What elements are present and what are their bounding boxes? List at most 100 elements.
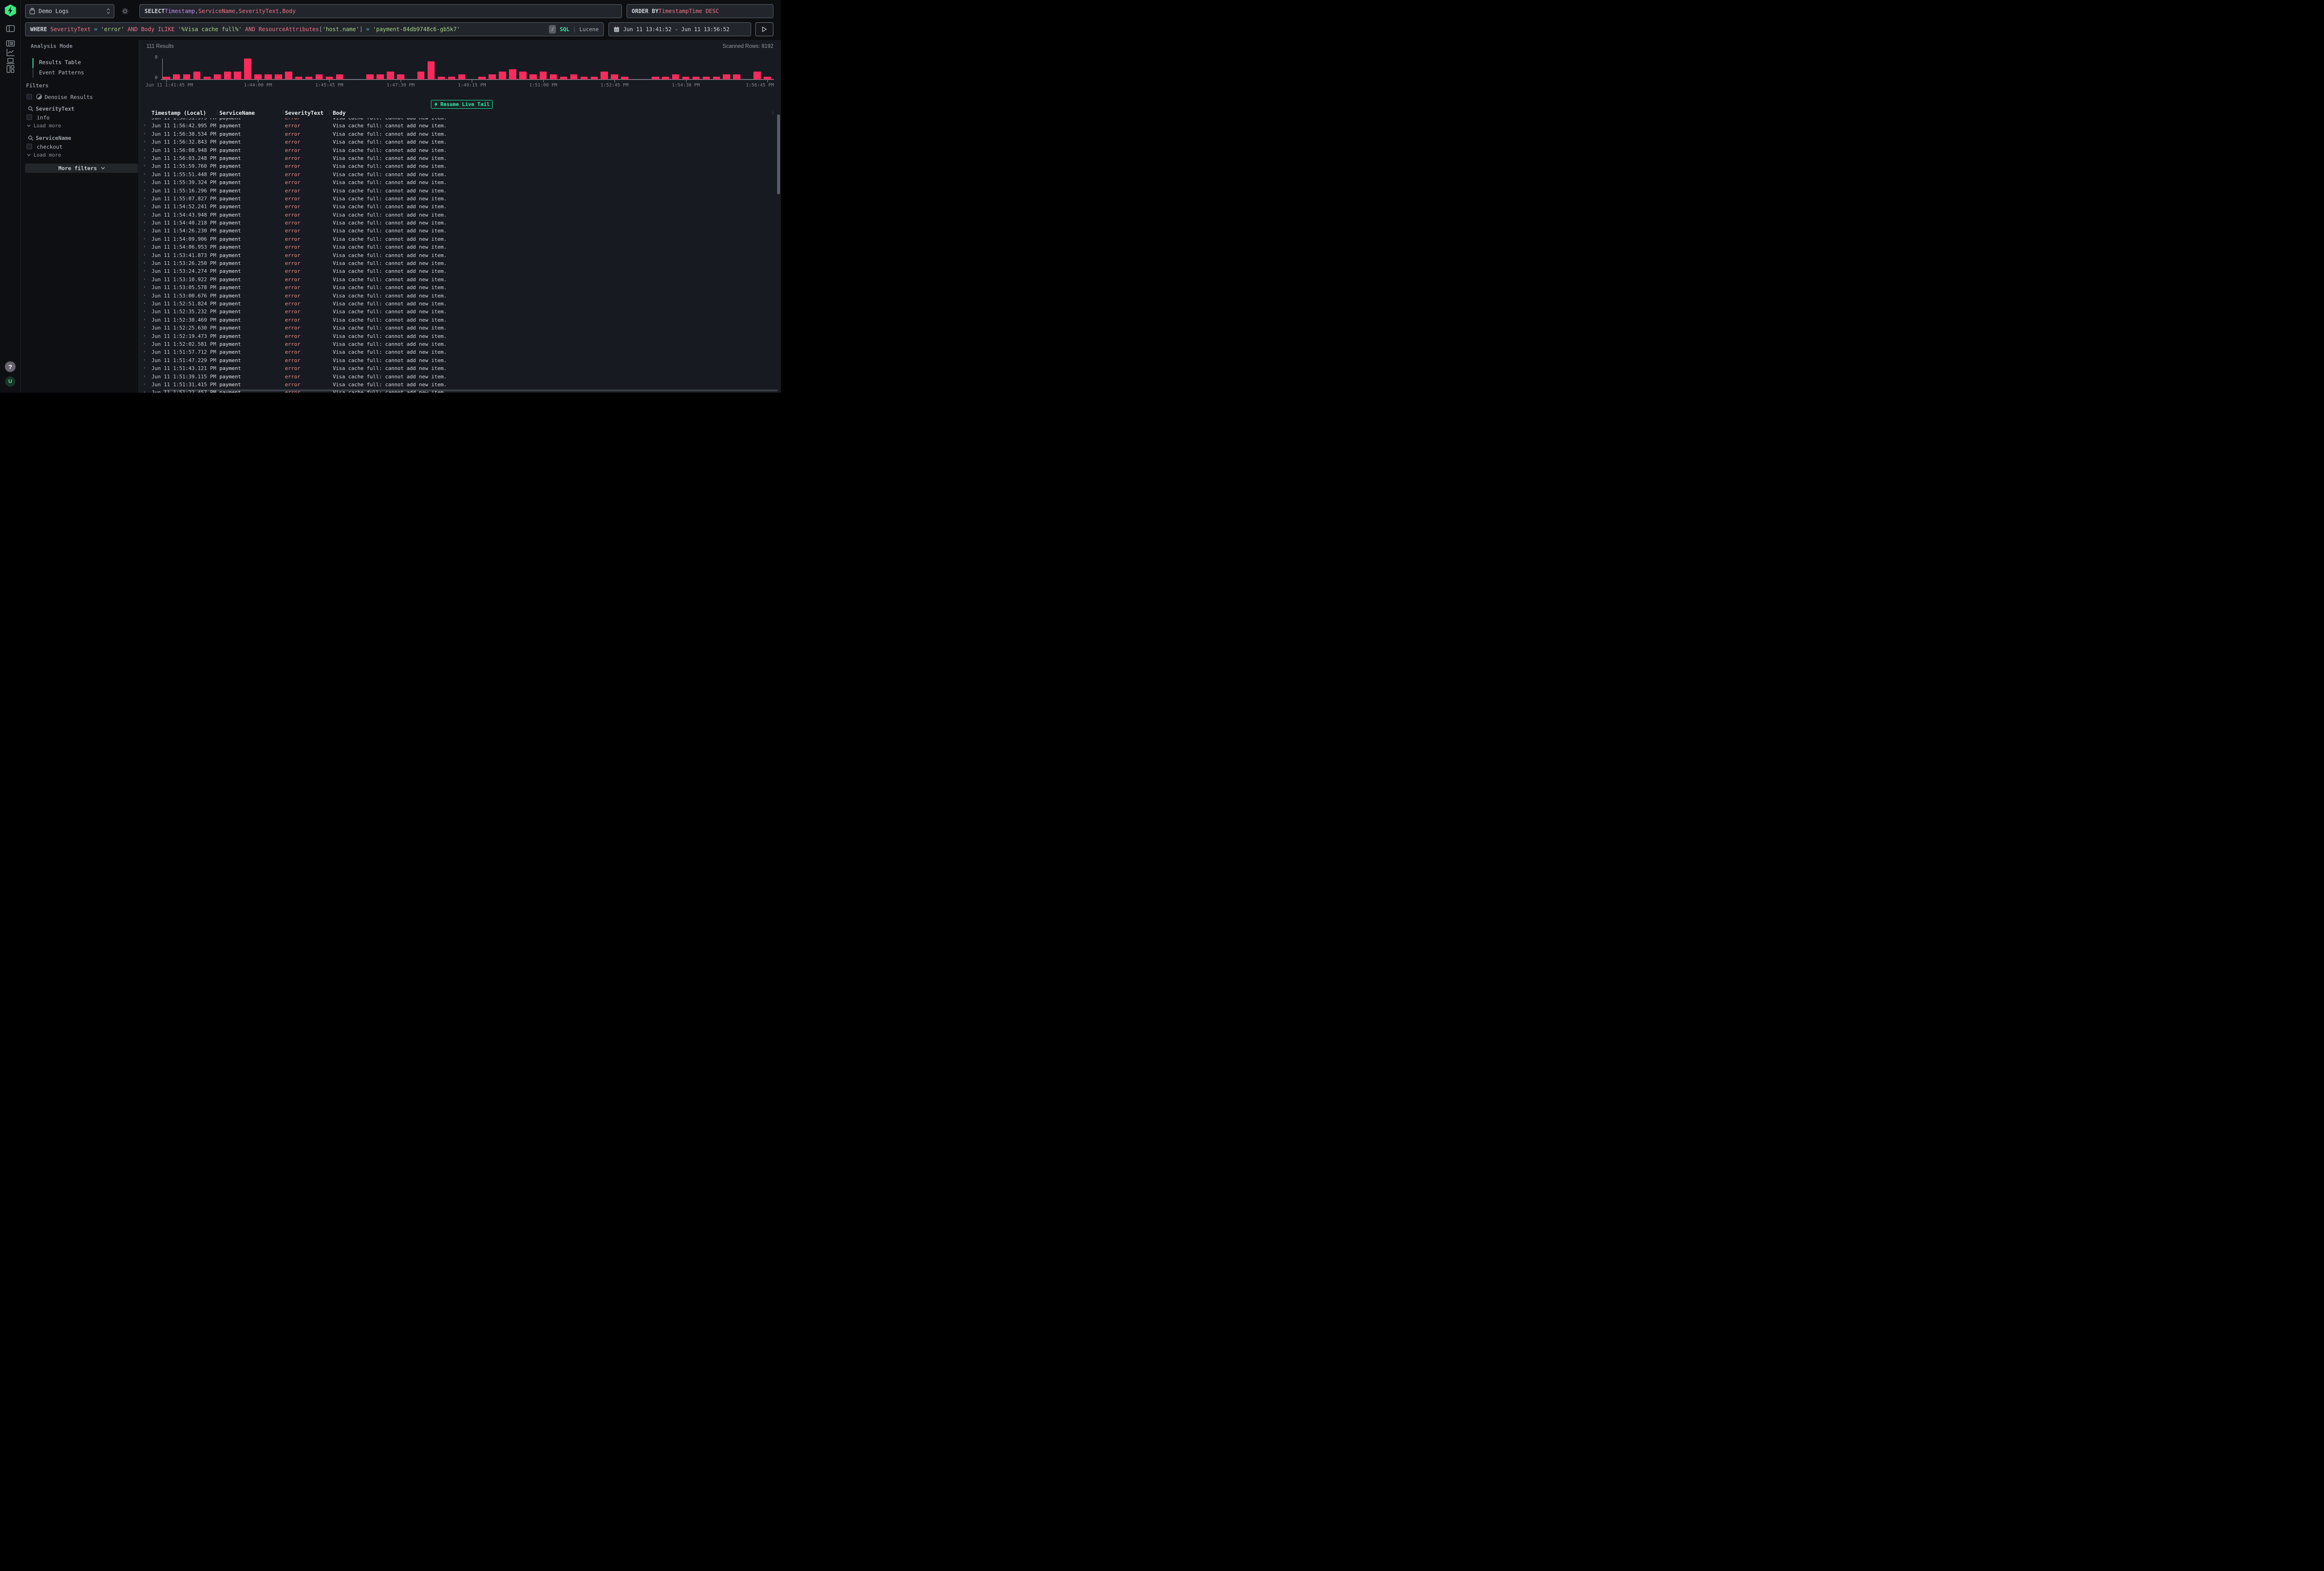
histogram-bar[interactable]	[438, 77, 445, 79]
histogram-bar[interactable]	[428, 61, 435, 79]
expand-chevron-icon[interactable]: ›	[143, 348, 145, 356]
log-row[interactable]: ›Jun 11 1:54:40.218 PMpaymenterrorVisa c…	[139, 219, 775, 227]
histogram-bar[interactable]	[376, 74, 384, 79]
denoise-label[interactable]: Denoise Results	[45, 94, 93, 100]
expand-chevron-icon[interactable]: ›	[143, 356, 145, 364]
log-row[interactable]: ›Jun 11 1:54:09.906 PMpaymenterrorVisa c…	[139, 235, 775, 243]
filter-group-servicename[interactable]: ServiceName	[36, 135, 71, 141]
severity-load-more[interactable]: Load more	[27, 123, 61, 129]
expand-chevron-icon[interactable]: ›	[143, 332, 145, 340]
histogram-bar[interactable]	[581, 77, 588, 79]
histogram-bar[interactable]	[458, 74, 466, 79]
log-row[interactable]: ›Jun 11 1:52:02.581 PMpaymenterrorVisa c…	[139, 340, 775, 348]
expand-chevron-icon[interactable]: ›	[143, 373, 145, 381]
log-row[interactable]: ›Jun 11 1:54:06.953 PMpaymenterrorVisa c…	[139, 243, 775, 251]
col-header-timestamp[interactable]: Timestamp (Local)	[152, 110, 206, 116]
histogram-bar[interactable]	[529, 74, 537, 79]
expand-chevron-icon[interactable]: ›	[143, 235, 145, 243]
expand-chevron-icon[interactable]: ›	[143, 389, 145, 393]
log-row[interactable]: ›Jun 11 1:51:43.121 PMpaymenterrorVisa c…	[139, 364, 775, 372]
expand-chevron-icon[interactable]: ›	[143, 122, 145, 130]
expand-chevron-icon[interactable]: ›	[143, 276, 145, 284]
severity-info-checkbox[interactable]	[26, 114, 32, 120]
histogram-bar[interactable]	[703, 77, 710, 79]
log-row[interactable]: ›Jun 11 1:55:51.448 PMpaymenterrorVisa c…	[139, 171, 775, 178]
histogram-bar[interactable]	[478, 77, 486, 79]
histogram-bar[interactable]	[316, 74, 323, 79]
vertical-scrollbar[interactable]	[777, 110, 780, 393]
expand-chevron-icon[interactable]: ›	[143, 292, 145, 300]
resume-live-tail-button[interactable]: Resume Live Tail	[431, 100, 493, 109]
tab-event-patterns[interactable]: Event Patterns	[39, 69, 84, 76]
chart-explorer-icon[interactable]	[6, 48, 15, 57]
expand-chevron-icon[interactable]: ›	[143, 130, 145, 138]
service-load-more[interactable]: Load more	[27, 152, 61, 158]
log-row[interactable]: ›Jun 11 1:56:03.248 PMpaymenterrorVisa c…	[139, 154, 775, 162]
histogram-bar[interactable]	[387, 72, 394, 79]
denoise-checkbox[interactable]	[26, 94, 32, 99]
histogram-bar[interactable]	[672, 74, 680, 79]
source-settings-gear-icon[interactable]	[121, 7, 129, 15]
app-logo-icon[interactable]	[4, 4, 17, 17]
log-row[interactable]: ›Jun 11 1:52:35.232 PMpaymenterrorVisa c…	[139, 308, 775, 316]
source-select[interactable]: Demo Logs	[25, 4, 114, 18]
expand-chevron-icon[interactable]: ›	[143, 300, 145, 308]
expand-chevron-icon[interactable]: ›	[143, 308, 145, 316]
histogram-bar[interactable]	[448, 77, 456, 79]
filter-group-severitytext[interactable]: SeverityText	[36, 106, 74, 112]
histogram-bar[interactable]	[285, 72, 292, 79]
expand-chevron-icon[interactable]: ›	[143, 251, 145, 259]
expand-chevron-icon[interactable]: ›	[143, 324, 145, 332]
log-row[interactable]: ›Jun 11 1:53:05.578 PMpaymenterrorVisa c…	[139, 284, 775, 291]
expand-chevron-icon[interactable]: ›	[143, 195, 145, 203]
log-row[interactable]: ›Jun 11 1:52:30.469 PMpaymenterrorVisa c…	[139, 316, 775, 324]
language-toggle-lucene[interactable]: Lucene	[579, 26, 599, 33]
expand-chevron-icon[interactable]: ›	[143, 364, 145, 372]
log-row[interactable]: ›Jun 11 1:56:08.948 PMpaymenterrorVisa c…	[139, 146, 775, 154]
log-row[interactable]: ›Jun 11 1:51:47.229 PMpaymenterrorVisa c…	[139, 356, 775, 364]
histogram-bar[interactable]	[183, 74, 191, 79]
histogram-bar[interactable]	[336, 74, 343, 79]
histogram-bar[interactable]	[550, 74, 557, 79]
histogram-bar[interactable]	[611, 74, 618, 79]
histogram-bar[interactable]	[234, 72, 241, 79]
log-row[interactable]: ›Jun 11 1:53:41.873 PMpaymenterrorVisa c…	[139, 251, 775, 259]
log-row[interactable]: ›Jun 11 1:54:52.241 PMpaymenterrorVisa c…	[139, 203, 775, 211]
histogram-bar[interactable]	[489, 74, 496, 79]
expand-chevron-icon[interactable]: ›	[143, 154, 145, 162]
expand-chevron-icon[interactable]: ›	[143, 162, 145, 170]
language-toggle-sql[interactable]: SQL	[560, 26, 569, 33]
log-row[interactable]: ›Jun 11 1:56:38.534 PMpaymenterrorVisa c…	[139, 130, 775, 138]
log-row[interactable]: ›Jun 11 1:55:59.760 PMpaymenterrorVisa c…	[139, 162, 775, 170]
histogram-bar[interactable]	[652, 77, 659, 79]
log-row[interactable]: ›Jun 11 1:54:43.948 PMpaymenterrorVisa c…	[139, 211, 775, 219]
histogram-bar[interactable]	[397, 74, 404, 79]
dashboards-icon[interactable]	[6, 65, 15, 73]
log-row[interactable]: ›Jun 11 1:55:39.324 PMpaymenterrorVisa c…	[139, 178, 775, 186]
histogram-bar[interactable]	[713, 77, 720, 79]
histogram-bar[interactable]	[366, 74, 374, 79]
histogram-bar[interactable]	[244, 59, 251, 79]
tab-results-table[interactable]: Results Table	[39, 59, 81, 66]
histogram-bar[interactable]	[693, 77, 700, 79]
expand-chevron-icon[interactable]: ›	[143, 146, 145, 154]
order-by-input[interactable]: ORDER BY TimestampTime DESC	[627, 4, 773, 18]
histogram-bar[interactable]	[214, 74, 221, 79]
service-checkout-label[interactable]: checkout	[37, 144, 62, 150]
scrollbar-thumb[interactable]	[777, 114, 780, 194]
log-row[interactable]: ›Jun 11 1:56:42.995 PMpaymenterrorVisa c…	[139, 122, 775, 130]
service-checkout-checkbox[interactable]	[26, 144, 32, 149]
log-row[interactable]: ›Jun 11 1:52:25.630 PMpaymenterrorVisa c…	[139, 324, 775, 332]
histogram-bar[interactable]	[275, 74, 282, 79]
log-row[interactable]: ›Jun 11 1:53:26.250 PMpaymenterrorVisa c…	[139, 259, 775, 267]
histogram-bar[interactable]	[326, 77, 333, 79]
expand-chevron-icon[interactable]: ›	[143, 203, 145, 211]
log-row[interactable]: ›Jun 11 1:53:00.676 PMpaymenterrorVisa c…	[139, 292, 775, 300]
histogram-bar[interactable]	[193, 72, 201, 79]
expand-chevron-icon[interactable]: ›	[143, 227, 145, 235]
expand-chevron-icon[interactable]: ›	[143, 243, 145, 251]
log-row[interactable]: ›Jun 11 1:55:07.827 PMpaymenterrorVisa c…	[139, 195, 775, 203]
log-row[interactable]: ›Jun 11 1:54:26.230 PMpaymenterrorVisa c…	[139, 227, 775, 235]
severity-info-label[interactable]: info	[37, 114, 50, 121]
expand-chevron-icon[interactable]: ›	[143, 219, 145, 227]
